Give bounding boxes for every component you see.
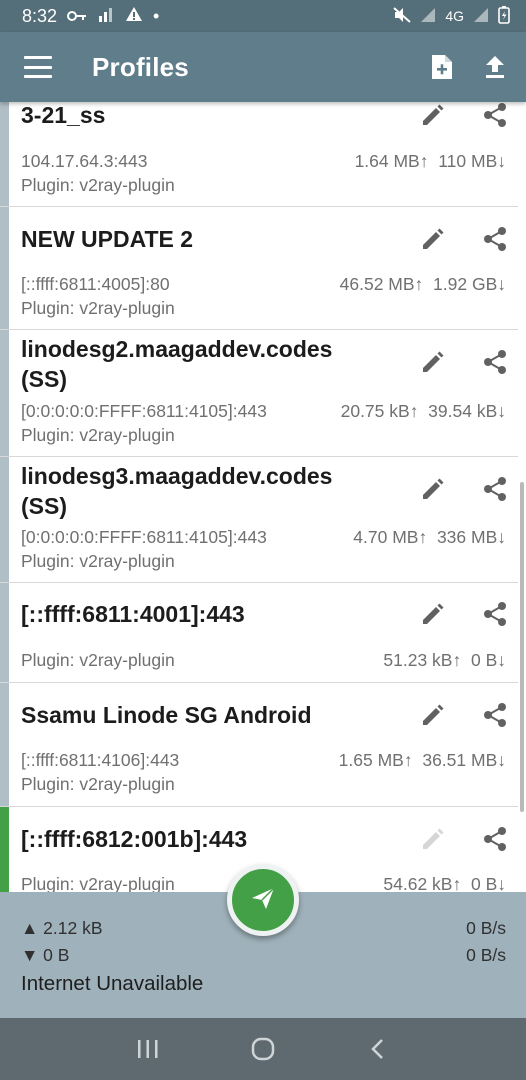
pencil-icon[interactable] — [418, 224, 448, 254]
profile-name: [::ffff:6811:4001]:443 — [21, 601, 245, 627]
warning-icon — [125, 6, 143, 27]
profile-card[interactable]: linodesg2.maagaddev.codes (SS) [0:0:0:0:0… — [0, 330, 518, 457]
profile-plugin: Plugin: v2ray-plugin — [21, 774, 175, 794]
home-icon[interactable] — [243, 1029, 283, 1069]
profile-server: [0:0:0:0:0:FFFF:6811:4105]:443 — [21, 401, 267, 421]
profile-card[interactable]: NEW UPDATE 2 [::ffff:6811:4005]:80 46.52… — [0, 207, 518, 330]
profile-name: linodesg2.maagaddev.codes (SS) — [21, 336, 333, 392]
profile-card[interactable]: Ssamu Linode SG Android [::ffff:6811:410… — [0, 683, 518, 807]
profile-list[interactable]: 3-21_ss 104.17.64.3:443 1.64 MB↑ 110 MB↓… — [0, 102, 526, 892]
share-icon[interactable] — [480, 347, 510, 377]
tx-rate: 0 B/s — [466, 918, 506, 938]
profile-plugin: Plugin: v2ray-plugin — [21, 425, 175, 445]
pencil-icon[interactable] — [418, 824, 448, 854]
share-icon[interactable] — [480, 599, 510, 629]
signal-icon — [419, 7, 437, 26]
pencil-icon[interactable] — [418, 347, 448, 377]
profile-server: [::ffff:6811:4005]:80 — [21, 274, 170, 294]
profile-traffic: 46.52 MB↑ 1.92 GB↓ — [339, 274, 506, 294]
status-time: 8:32 — [22, 5, 58, 26]
profile-name: [::ffff:6812:001b]:443 — [21, 826, 248, 852]
profile-traffic: 1.64 MB↑ 110 MB↓ — [354, 151, 506, 171]
profile-server: 104.17.64.3:443 — [21, 151, 148, 171]
share-icon[interactable] — [480, 824, 510, 854]
profile-server: [::ffff:6811:4106]:443 — [21, 750, 180, 770]
share-icon[interactable] — [480, 700, 510, 730]
profile-indicator — [0, 583, 9, 682]
pencil-icon[interactable] — [418, 102, 448, 130]
wifi-call-icon — [97, 6, 115, 27]
paper-plane-icon — [249, 884, 277, 917]
recents-icon[interactable] — [128, 1029, 168, 1069]
pencil-icon[interactable] — [418, 599, 448, 629]
rx-rate: 0 B/s — [466, 945, 506, 965]
profile-traffic: 1.65 MB↑ 36.51 MB↓ — [338, 750, 506, 770]
profile-name: linodesg3.maagaddev.codes (SS) — [21, 463, 333, 519]
profile-name: Ssamu Linode SG Android — [21, 702, 312, 728]
rx-total: ▼ 0 B — [21, 945, 70, 965]
profile-plugin: Plugin: v2ray-plugin — [21, 551, 175, 571]
profile-plugin: Plugin: v2ray-plugin — [21, 175, 175, 195]
profile-indicator — [0, 807, 9, 892]
profile-indicator — [0, 102, 9, 206]
profile-traffic: 51.23 kB↑ 0 B↓ — [383, 650, 506, 670]
connect-button[interactable] — [227, 864, 299, 936]
network-type: 4G — [445, 8, 464, 24]
profile-plugin: Plugin: v2ray-plugin — [21, 874, 175, 892]
profile-indicator — [0, 330, 9, 456]
profile-plugin: Plugin: v2ray-plugin — [21, 298, 175, 318]
pencil-icon[interactable] — [418, 474, 448, 504]
profile-traffic: 20.75 kB↑ 39.54 kB↓ — [340, 401, 506, 421]
system-nav-bar — [0, 1018, 526, 1080]
profile-indicator — [0, 207, 9, 329]
pencil-icon[interactable] — [418, 700, 448, 730]
share-icon[interactable] — [480, 102, 510, 130]
add-file-icon[interactable] — [430, 53, 454, 81]
back-icon[interactable] — [358, 1029, 398, 1069]
tx-total: ▲ 2.12 kB — [21, 918, 103, 938]
battery-icon — [498, 5, 510, 27]
scrollbar[interactable] — [520, 482, 524, 812]
profile-name: 3-21_ss — [21, 102, 106, 128]
profile-card[interactable]: 3-21_ss 104.17.64.3:443 1.64 MB↑ 110 MB↓… — [0, 102, 518, 207]
profile-name: NEW UPDATE 2 — [21, 226, 194, 252]
key-icon — [67, 6, 87, 27]
signal-2-icon — [472, 7, 490, 26]
profile-indicator — [0, 457, 9, 582]
upload-icon[interactable] — [484, 54, 506, 80]
profile-traffic: 54.62 kB↑ 0 B↓ — [383, 874, 506, 892]
profile-card[interactable]: [::ffff:6811:4001]:443 Plugin: v2ray-plu… — [0, 583, 518, 683]
status-bar: 8:32 • 4G — [0, 0, 526, 32]
page-title: Profiles — [92, 51, 189, 82]
profile-indicator — [0, 683, 9, 806]
mute-icon — [393, 6, 411, 26]
connection-status: Internet Unavailable — [21, 972, 204, 995]
share-icon[interactable] — [480, 224, 510, 254]
profile-traffic: 4.70 MB↑ 336 MB↓ — [353, 527, 506, 547]
notification-dot: • — [153, 5, 160, 26]
profile-card[interactable]: linodesg3.maagaddev.codes (SS) [0:0:0:0:0… — [0, 457, 518, 583]
menu-icon[interactable] — [24, 56, 52, 78]
profile-server: [0:0:0:0:0:FFFF:6811:4105]:443 — [21, 527, 267, 547]
profile-plugin: Plugin: v2ray-plugin — [21, 650, 175, 670]
app-bar: Profiles — [0, 32, 526, 102]
share-icon[interactable] — [480, 474, 510, 504]
